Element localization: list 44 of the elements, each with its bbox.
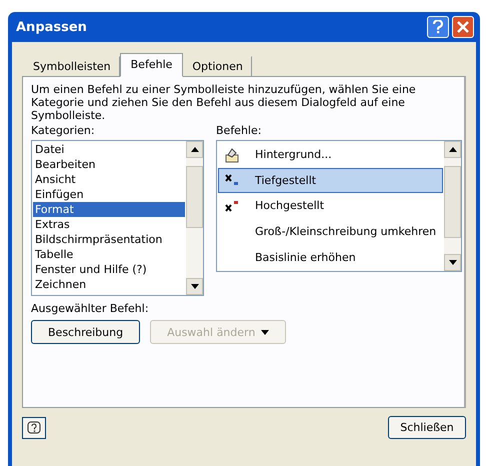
command-label: Basislinie erhöhen <box>255 250 356 264</box>
category-item[interactable]: Zeichnen <box>33 277 185 292</box>
instructions-text: Um einen Befehl zu einer Symbolleiste hinzuzufügen, wählen Sie eine Kategorie und ziehen Sie den Befehl aus diesem Dialogfeld auf eine Symbolleiste. <box>31 83 417 122</box>
commands-label: Befehle: <box>216 124 262 138</box>
tab[interactable]: Befehle <box>120 53 184 77</box>
close-icon <box>457 21 469 33</box>
arrow-down-icon <box>190 284 198 289</box>
category-item[interactable]: Bildschirmpräsentation <box>33 232 185 247</box>
category-item[interactable]: Einfügen <box>33 187 185 202</box>
help-button[interactable] <box>22 416 46 438</box>
category-item[interactable]: Tabelle <box>33 247 185 262</box>
command-item[interactable]: Tiefgestellt <box>218 168 443 194</box>
arrow-up-icon <box>448 147 456 152</box>
arrow-up-icon <box>190 147 198 152</box>
help-icon <box>433 20 443 34</box>
command-label: Tiefgestellt <box>255 174 316 187</box>
category-item[interactable]: Datei <box>33 142 185 157</box>
command-button[interactable]: Beschreibung <box>31 320 140 344</box>
category-item[interactable]: Bearbeiten <box>33 157 185 172</box>
command-label: Groß-/Kleinschreibung umkehren <box>255 225 436 238</box>
command-item[interactable]: Hochgestellt <box>218 193 443 219</box>
command-label: Hochgestellt <box>255 199 324 212</box>
paint-bucket-icon <box>224 146 240 163</box>
selected-command-label: Ausgewählter Befehl: <box>31 302 150 316</box>
subscript-icon <box>225 174 239 186</box>
superscript-icon <box>225 200 239 212</box>
arrow-down-icon <box>448 260 456 265</box>
scrollbar[interactable] <box>444 141 461 271</box>
command-item[interactable]: Groß-/Kleinschreibung umkehren <box>218 218 443 244</box>
category-item[interactable]: Fenster und Hilfe (?) <box>33 262 185 277</box>
commands-list[interactable]: Hintergrund... Tiefgestellt Hochgestellt Groß-/Kleinschreibung umkehren Basislinie erhöhen <box>216 140 462 272</box>
close-button[interactable] <box>452 16 474 38</box>
help-icon <box>27 420 41 434</box>
window-title: Anpassen <box>16 20 87 34</box>
close-button[interactable]: Schließen <box>388 416 466 439</box>
categories-list[interactable]: Datei Bearbeiten Ansicht Einfügen Format Extras Bildschirmpräsentation Tabelle Fenster und Hilfe (?) Zeichnen <box>31 140 204 296</box>
category-item[interactable]: Ansicht <box>33 172 185 187</box>
category-item[interactable]: Format <box>33 202 185 217</box>
category-item[interactable]: Extras <box>33 217 185 232</box>
command-item[interactable]: Hintergrund... <box>218 142 443 168</box>
command-item[interactable]: Basislinie erhöhen <box>218 244 443 270</box>
scrollbar[interactable] <box>186 141 203 295</box>
categories-label: Kategorien: <box>31 124 96 138</box>
command-label: Hintergrund... <box>255 148 332 162</box>
